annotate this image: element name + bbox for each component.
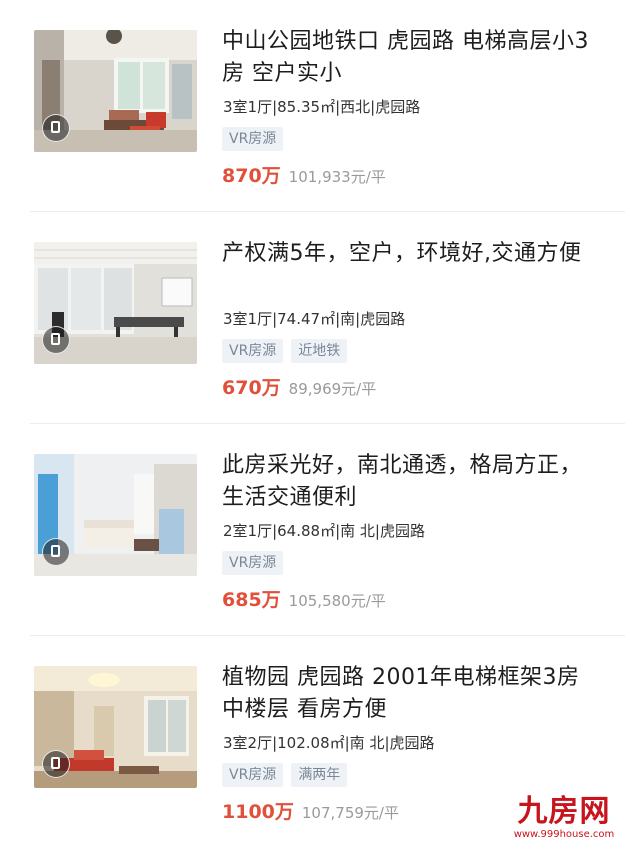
price-row: 685万 105,580元/平 <box>222 585 386 612</box>
price-row: 870万 101,933元/平 <box>222 161 386 188</box>
watermark-url: www.999house.com <box>513 829 615 840</box>
vr-tour-icon[interactable] <box>42 538 70 566</box>
listing-card[interactable]: 中山公园地铁口 虎园路 电梯高层小3房 空户实小 3室1厅|85.35㎡|西北|… <box>0 0 625 212</box>
tag-two-years: 满两年 <box>291 763 348 787</box>
listing-meta: 3室2厅|102.08㎡|南 北|虎园路 <box>223 734 435 752</box>
listing-tags: VR房源 <box>222 127 284 151</box>
tag-vr: VR房源 <box>222 551 284 575</box>
vr-tour-icon[interactable] <box>42 326 70 354</box>
total-price: 685万 <box>222 589 281 611</box>
listing-card[interactable]: 产权满5年，空户，环境好,交通方便 3室1厅|74.47㎡|南|虎园路 VR房源… <box>0 212 625 424</box>
price-row: 1100万 107,759元/平 <box>222 797 399 824</box>
vr-tour-icon[interactable] <box>42 114 70 142</box>
total-price: 870万 <box>222 165 281 187</box>
tag-vr: VR房源 <box>222 763 284 787</box>
tag-near-metro: 近地铁 <box>291 339 348 363</box>
listing-meta: 2室1厅|64.88㎡|南 北|虎园路 <box>223 522 425 540</box>
site-watermark: 九房网 www.999house.com <box>509 795 619 847</box>
unit-price: 105,580元/平 <box>288 592 386 610</box>
listing-title[interactable]: 产权满5年，空户，环境好,交通方便 <box>222 238 597 270</box>
watermark-logo: 九房网 <box>517 794 611 829</box>
unit-price: 101,933元/平 <box>288 168 386 186</box>
listing-meta: 3室1厅|74.47㎡|南|虎园路 <box>223 310 406 328</box>
tag-vr: VR房源 <box>222 339 284 363</box>
listing-tags: VR房源 满两年 <box>222 763 348 787</box>
listing-photo[interactable] <box>34 242 197 364</box>
tag-vr: VR房源 <box>222 127 284 151</box>
unit-price: 89,969元/平 <box>288 380 377 398</box>
listing-title[interactable]: 植物园 虎园路 2001年电梯框架3房 中楼层 看房方便 <box>222 662 597 726</box>
unit-price: 107,759元/平 <box>301 804 399 822</box>
total-price: 1100万 <box>222 801 294 823</box>
listing-card[interactable]: 此房采光好，南北通透，格局方正，生活交通便利 2室1厅|64.88㎡|南 北|虎… <box>0 424 625 636</box>
listing-photo[interactable] <box>34 454 197 576</box>
listing-tags: VR房源 近地铁 <box>222 339 348 363</box>
listing-photo[interactable] <box>34 30 197 152</box>
listing-photo[interactable] <box>34 666 197 788</box>
listing-tags: VR房源 <box>222 551 284 575</box>
vr-tour-icon[interactable] <box>42 750 70 778</box>
listing-title[interactable]: 中山公园地铁口 虎园路 电梯高层小3房 空户实小 <box>222 26 597 90</box>
listing-meta: 3室1厅|85.35㎡|西北|虎园路 <box>223 98 421 116</box>
listing-title[interactable]: 此房采光好，南北通透，格局方正，生活交通便利 <box>222 450 597 514</box>
price-row: 670万 89,969元/平 <box>222 373 376 400</box>
total-price: 670万 <box>222 377 281 399</box>
